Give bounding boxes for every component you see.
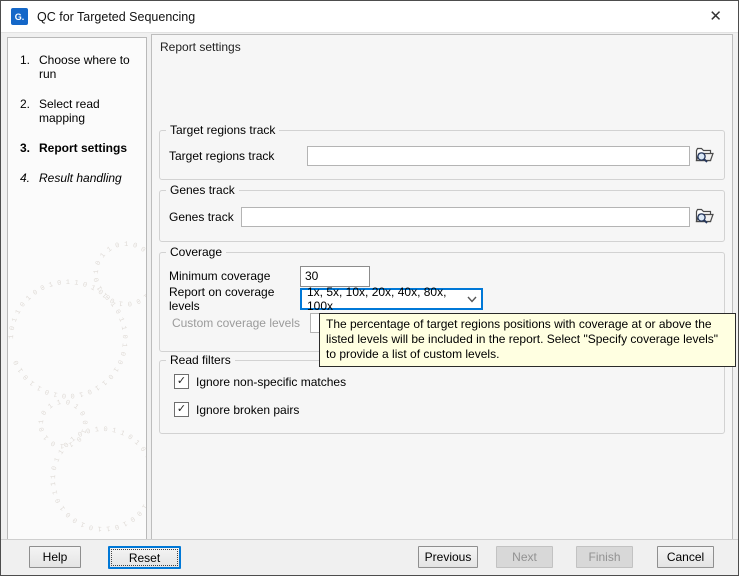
browse-folder-search-icon[interactable]: [694, 206, 715, 228]
groupbox-title: Coverage: [166, 245, 226, 259]
groupbox-title: Target regions track: [166, 123, 279, 137]
minimum-coverage-label: Minimum coverage: [169, 269, 300, 283]
help-button[interactable]: Help: [29, 546, 81, 568]
target-regions-track-label: Target regions track: [169, 149, 307, 163]
app-icon: G.: [11, 8, 28, 25]
step-choose-where-to-run: 1. Choose where to run: [20, 53, 146, 81]
step-label: Select read mapping: [39, 97, 146, 125]
report-settings-panel: Report settings Target regions track Tar…: [151, 34, 733, 540]
read-filters-groupbox: Read filters ✓ Ignore non-specific match…: [159, 360, 725, 434]
reset-button[interactable]: Reset: [108, 546, 181, 569]
close-icon[interactable]: ✕: [709, 9, 722, 24]
cancel-button[interactable]: Cancel: [657, 546, 714, 568]
ignore-broken-pairs-checkbox[interactable]: ✓: [174, 402, 189, 417]
panel-heading: Report settings: [160, 40, 241, 54]
genes-track-label: Genes track: [169, 210, 241, 224]
target-regions-groupbox: Target regions track Target regions trac…: [159, 130, 725, 180]
step-number: 3.: [20, 141, 39, 155]
step-number: 1.: [20, 53, 39, 81]
chevron-down-icon: [467, 296, 477, 303]
previous-button[interactable]: Previous: [418, 546, 478, 568]
step-number: 2.: [20, 97, 39, 125]
step-label: Choose where to run: [39, 53, 146, 81]
footer-button-bar: Help Reset Previous Next Finish Cancel: [1, 539, 738, 575]
finish-button: Finish: [576, 546, 633, 568]
report-coverage-levels-label: Report on coverage levels: [169, 285, 300, 313]
window-title: QC for Targeted Sequencing: [37, 10, 195, 24]
title-bar: G. QC for Targeted Sequencing ✕: [1, 1, 738, 33]
step-number: 4.: [20, 171, 39, 185]
browse-folder-search-icon[interactable]: [694, 145, 715, 167]
coverage-levels-dropdown[interactable]: 1x, 5x, 10x, 20x, 40x, 80x, 100x: [300, 288, 483, 310]
dropdown-selected-value: 1x, 5x, 10x, 20x, 40x, 80x, 100x: [307, 285, 467, 313]
ignore-broken-pairs-label: Ignore broken pairs: [196, 403, 299, 417]
step-result-handling: 4. Result handling: [20, 171, 146, 185]
genes-track-input[interactable]: [241, 207, 690, 227]
step-select-read-mapping: 2. Select read mapping: [20, 97, 146, 125]
custom-coverage-levels-label: Custom coverage levels: [169, 316, 310, 330]
wizard-steps-sidebar: 1. Choose where to run 2. Select read ma…: [7, 37, 147, 540]
groupbox-title: Read filters: [166, 353, 235, 367]
genes-track-groupbox: Genes track Genes track: [159, 190, 725, 242]
binary-swirl-watermark: 1 0 1 1 0 1 0 0 1 0 1 1 0 1 0 0 1 0 1 1 …: [8, 239, 147, 539]
ignore-nonspecific-matches-checkbox[interactable]: ✓: [174, 374, 189, 389]
dialog-window: G. QC for Targeted Sequencing ✕ 1. Choos…: [0, 0, 739, 576]
ignore-nonspecific-matches-label: Ignore non-specific matches: [196, 375, 346, 389]
target-regions-track-input[interactable]: [307, 146, 690, 166]
step-label: Report settings: [39, 141, 127, 155]
coverage-levels-tooltip: The percentage of target regions positio…: [319, 313, 736, 367]
svg-text:1 0 1 1 0 1 0 0 1 0 1 1 0 1 0: 1 0 1 1 0 1 0 0 1 0 1 1 0 1 0 0 1 0 1 1 …: [8, 239, 88, 449]
groupbox-title: Genes track: [166, 183, 239, 197]
step-label: Result handling: [39, 171, 122, 185]
step-report-settings: 3. Report settings: [20, 141, 146, 155]
minimum-coverage-input[interactable]: [300, 266, 370, 287]
next-button: Next: [496, 546, 553, 568]
